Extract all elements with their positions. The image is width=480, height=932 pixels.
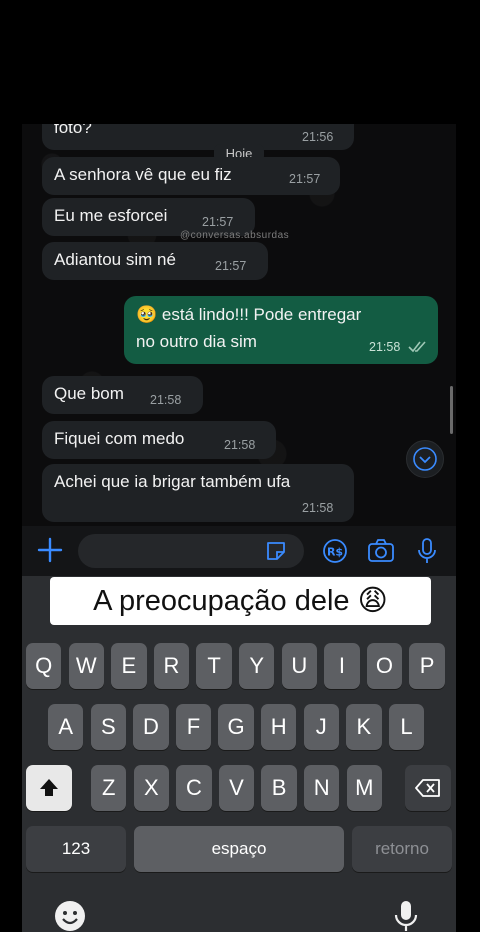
key-b[interactable]: B bbox=[261, 765, 297, 811]
key-f[interactable]: F bbox=[175, 704, 212, 750]
key-l[interactable]: L bbox=[388, 704, 425, 750]
message-time: 21:58 bbox=[369, 340, 401, 354]
key-k[interactable]: K bbox=[346, 704, 382, 750]
sticker-icon[interactable] bbox=[264, 539, 288, 563]
numbers-key[interactable]: 123 bbox=[26, 826, 126, 872]
dictation-icon[interactable] bbox=[390, 900, 422, 932]
message-text: Eu me esforcei bbox=[54, 206, 168, 225]
key-e[interactable]: E bbox=[111, 643, 147, 689]
chat-area[interactable]: foto? 21:56 Hoje A senhora vê que eu fiz… bbox=[22, 124, 456, 526]
space-key[interactable]: espaço bbox=[134, 826, 344, 872]
message-time: 21:58 bbox=[150, 393, 182, 407]
pix-icon[interactable]: R$ bbox=[320, 536, 350, 566]
microphone-icon[interactable] bbox=[412, 536, 442, 566]
key-d[interactable]: D bbox=[133, 704, 169, 750]
scroll-down-button[interactable] bbox=[406, 440, 444, 478]
return-key[interactable]: retorno bbox=[352, 826, 452, 872]
message-bubble[interactable]: Achei que ia brigar também ufa 21:58 bbox=[42, 464, 354, 522]
svg-text:R$: R$ bbox=[327, 546, 343, 559]
message-text-line2: no outro dia sim bbox=[136, 332, 257, 351]
key-n[interactable]: N bbox=[304, 765, 340, 811]
message-text: Que bom bbox=[54, 384, 124, 403]
message-input-bar: R$ bbox=[22, 526, 456, 576]
message-time: 21:57 bbox=[215, 259, 247, 273]
watermark: @conversas.absurdas bbox=[180, 230, 290, 241]
message-text-line1: 🥹 está lindo!!! Pode entregar bbox=[136, 305, 362, 324]
key-r[interactable]: R bbox=[153, 643, 190, 689]
key-s[interactable]: S bbox=[90, 704, 126, 750]
message-text: A senhora vê que eu fiz bbox=[54, 165, 232, 184]
message-text: Adiantou sim né bbox=[54, 250, 176, 269]
key-q[interactable]: Q bbox=[26, 643, 62, 689]
key-c[interactable]: C bbox=[176, 765, 212, 811]
shift-key[interactable] bbox=[26, 765, 72, 811]
chevron-down-icon bbox=[413, 447, 437, 471]
key-j[interactable]: J bbox=[303, 704, 339, 750]
message-bubble[interactable]: A senhora vê que eu fiz 21:57 bbox=[42, 157, 340, 195]
plus-icon[interactable] bbox=[36, 536, 64, 564]
message-bubble[interactable]: Adiantou sim né 21:57 bbox=[42, 242, 268, 280]
key-u[interactable]: U bbox=[281, 643, 317, 689]
message-input[interactable] bbox=[78, 534, 304, 568]
message-text: foto? bbox=[54, 124, 92, 137]
camera-icon[interactable] bbox=[366, 536, 396, 566]
message-bubble[interactable]: foto? 21:56 bbox=[42, 124, 354, 150]
keyboard bbox=[22, 576, 456, 932]
scrollbar[interactable] bbox=[450, 386, 453, 434]
caption-overlay: A preocupação dele 😩 bbox=[50, 577, 431, 625]
key-p[interactable]: P bbox=[409, 643, 445, 689]
message-time: 21:58 bbox=[224, 438, 256, 452]
key-y[interactable]: Y bbox=[239, 643, 275, 689]
key-o[interactable]: O bbox=[366, 643, 403, 689]
key-t[interactable]: T bbox=[196, 643, 232, 689]
key-i[interactable]: I bbox=[324, 643, 360, 689]
key-a[interactable]: A bbox=[48, 704, 84, 750]
key-m[interactable]: M bbox=[346, 765, 382, 811]
message-text: Fiquei com medo bbox=[54, 429, 185, 448]
key-x[interactable]: X bbox=[133, 765, 169, 811]
shift-icon bbox=[40, 779, 58, 796]
emoji-icon[interactable] bbox=[54, 900, 86, 932]
message-time: 21:57 bbox=[289, 172, 321, 186]
message-bubble-outgoing[interactable]: 🥹 está lindo!!! Pode entregar no outro d… bbox=[124, 296, 438, 364]
read-receipt-icon bbox=[408, 338, 428, 358]
message-time: 21:57 bbox=[202, 215, 234, 229]
key-w[interactable]: W bbox=[68, 643, 104, 689]
backspace-icon bbox=[415, 779, 440, 797]
backspace-key[interactable] bbox=[405, 765, 451, 811]
key-z[interactable]: Z bbox=[91, 765, 127, 811]
message-bubble[interactable]: Fiquei com medo 21:58 bbox=[42, 421, 276, 459]
phone-screen: foto? 21:56 Hoje A senhora vê que eu fiz… bbox=[22, 124, 456, 932]
key-g[interactable]: G bbox=[218, 704, 254, 750]
message-time: 21:56 bbox=[302, 130, 334, 144]
key-v[interactable]: V bbox=[218, 765, 255, 811]
message-time: 21:58 bbox=[302, 501, 334, 515]
message-text: Achei que ia brigar também ufa bbox=[54, 472, 291, 491]
message-bubble[interactable]: Que bom 21:58 bbox=[42, 376, 203, 414]
key-h[interactable]: H bbox=[261, 704, 297, 750]
